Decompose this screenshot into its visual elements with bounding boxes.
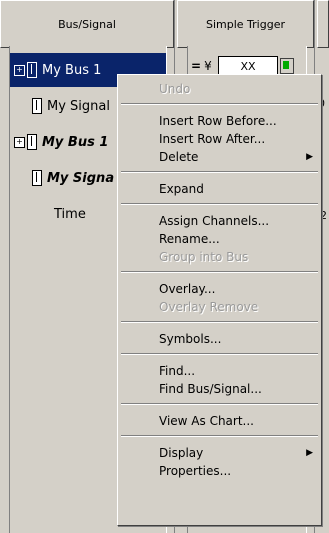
menu-item-overlay-remove[interactable]: Overlay Remove <box>118 297 321 317</box>
menu-separator <box>121 103 318 105</box>
row-label: My Bus 1 <box>42 134 109 150</box>
simple-trigger-header[interactable]: Simple Trigger <box>177 0 314 48</box>
trigger-value-field[interactable]: XX <box>218 56 278 76</box>
bus-icon <box>27 62 37 78</box>
menu-separator <box>121 321 318 323</box>
menu-item-overlay[interactable]: Overlay... <box>118 279 321 299</box>
expand-plus-icon[interactable]: + <box>14 136 25 148</box>
menu-item-insert-row-before[interactable]: Insert Row Before... <box>118 111 321 131</box>
expand-plus-icon[interactable]: + <box>14 64 25 76</box>
signal-icon <box>32 170 42 186</box>
menu-separator <box>121 171 318 173</box>
waveform-header <box>317 0 329 48</box>
trigger-row: = ¥ XX <box>190 56 302 76</box>
row-label: My Bus 1 <box>42 62 102 78</box>
menu-item-undo[interactable]: Undo <box>118 79 321 99</box>
submenu-arrow-icon: ▶ <box>306 152 313 162</box>
menu-item-view-as-chart[interactable]: View As Chart... <box>118 411 321 431</box>
bus-signal-header[interactable]: Bus/Signal <box>0 0 174 48</box>
trigger-edit-icon[interactable] <box>280 58 294 74</box>
menu-separator <box>121 353 318 355</box>
menu-item-find[interactable]: Find... <box>118 361 321 381</box>
menu-item-expand[interactable]: Expand <box>118 179 321 199</box>
row-label: My Signal <box>47 98 110 114</box>
menu-separator <box>121 271 318 273</box>
menu-item-properties[interactable]: Properties... <box>118 461 321 481</box>
menu-item-group-into-bus[interactable]: Group into Bus <box>118 247 321 267</box>
menu-item-insert-row-after[interactable]: Insert Row After... <box>118 129 321 149</box>
trigger-operator[interactable]: = <box>190 59 202 73</box>
menu-separator <box>121 435 318 437</box>
trigger-arrow-icon[interactable]: ¥ <box>202 59 214 73</box>
menu-item-assign-channels[interactable]: Assign Channels... <box>118 211 321 231</box>
menu-item-delete[interactable]: Delete ▶ <box>118 147 321 167</box>
submenu-arrow-icon: ▶ <box>306 448 313 458</box>
menu-item-label: Display <box>159 446 204 460</box>
menu-item-label: Delete <box>159 150 199 164</box>
menu-separator <box>121 403 318 405</box>
signal-icon <box>32 98 42 114</box>
context-menu: Undo Insert Row Before... Insert Row Aft… <box>117 74 322 526</box>
menu-item-display[interactable]: Display ▶ <box>118 443 321 463</box>
menu-item-find-bus-signal[interactable]: Find Bus/Signal... <box>118 379 321 399</box>
row-label: My Signa <box>47 170 115 186</box>
row-label: Time <box>54 206 86 222</box>
menu-item-symbols[interactable]: Symbols... <box>118 329 321 349</box>
menu-item-rename[interactable]: Rename... <box>118 229 321 249</box>
bus-icon <box>27 134 37 150</box>
menu-separator <box>121 203 318 205</box>
